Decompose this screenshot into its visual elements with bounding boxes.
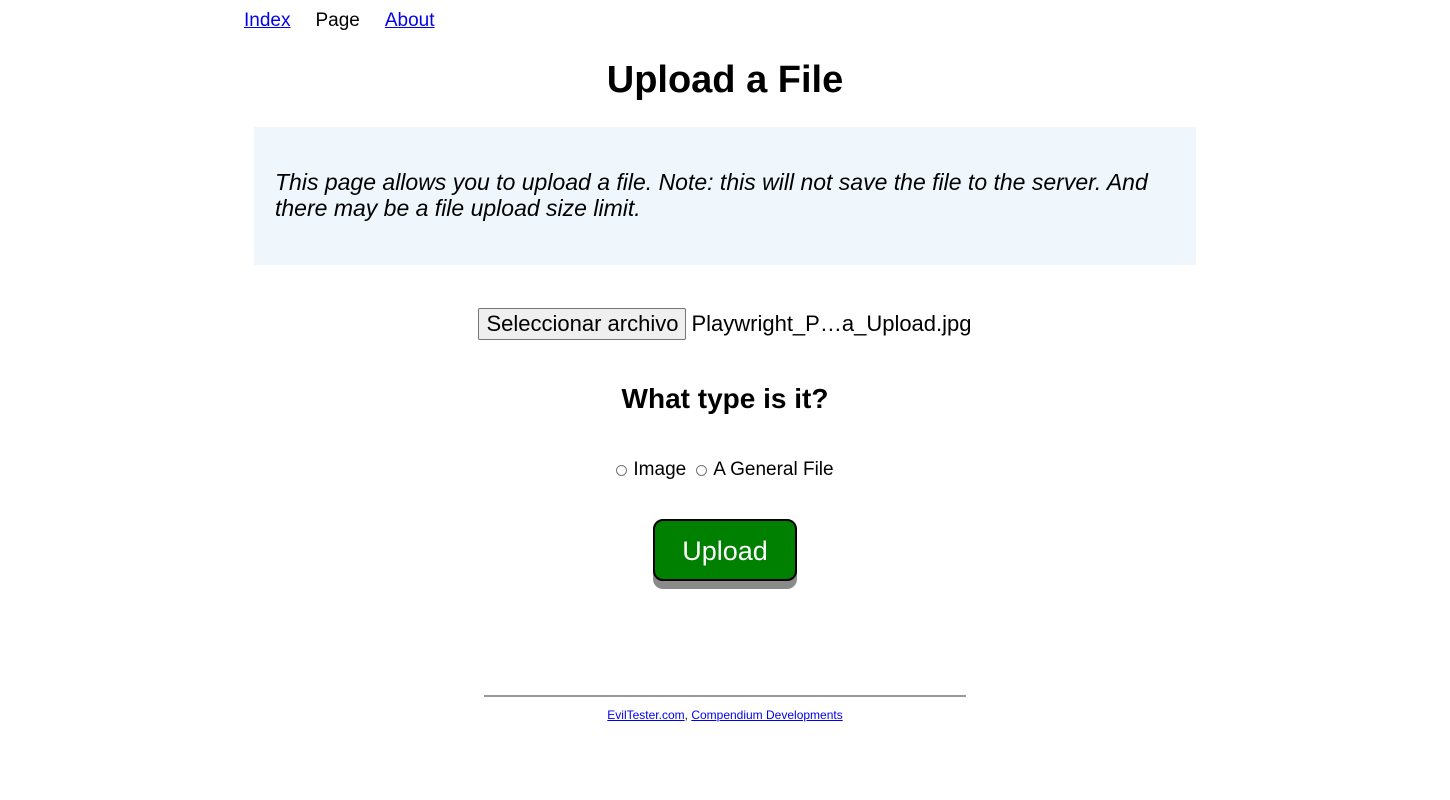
nav-link-about[interactable]: About	[385, 10, 435, 32]
radio-general-file-label[interactable]: A General File	[713, 459, 833, 481]
explanation-box: This page allows you to upload a file. N…	[254, 127, 1196, 265]
nav-link-index[interactable]: Index	[244, 10, 290, 32]
upload-button-wrap: Upload	[653, 519, 797, 589]
choose-file-button[interactable]: Seleccionar archivo	[478, 308, 687, 340]
footer-link-compendium[interactable]: Compendium Developments	[691, 708, 842, 722]
type-heading: What type is it?	[621, 383, 829, 414]
selected-file-name: Playwright_P…a_Upload.jpg	[691, 311, 972, 336]
footer-link-eviltester[interactable]: EvilTester.com	[607, 708, 684, 722]
footer-divider	[484, 695, 966, 697]
radio-image-label[interactable]: Image	[633, 459, 686, 481]
nav-current-page: Page	[315, 10, 360, 31]
type-options: Image A General File	[0, 457, 1450, 483]
file-input[interactable]: Seleccionar archivo Playwright_P…a_Uploa…	[0, 308, 1450, 340]
explanation-text: This page allows you to upload a file. N…	[275, 169, 1148, 221]
top-nav: Index Page About	[244, 8, 460, 34]
footer: EvilTester.com, Compendium Developments	[0, 707, 1450, 723]
page: Index Page About Upload a File This page…	[0, 0, 1450, 800]
page-title: Upload a File	[606, 59, 844, 101]
upload-button[interactable]: Upload	[653, 519, 797, 581]
radio-general-file[interactable]	[696, 464, 708, 476]
radio-image[interactable]	[616, 464, 628, 476]
